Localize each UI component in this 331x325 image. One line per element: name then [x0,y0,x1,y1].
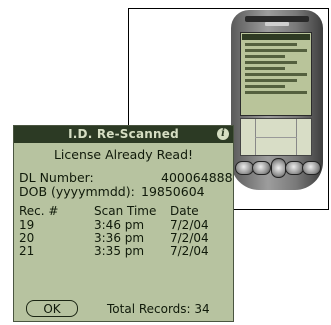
dob-label: DOB (yyyymmdd): [19,184,135,199]
table-header-date: Date [170,204,199,218]
table-cell-date: 7/2/04 [170,218,209,232]
graffiti-divider [255,137,297,138]
device-screen-line [245,85,285,88]
table-header-scan-time: Scan Time [94,204,157,218]
device-screen-line [245,79,297,82]
device-screen-titlebar [242,34,310,40]
palm-handheld-icon [231,10,323,190]
table-cell-rec: 21 [19,244,35,258]
hardware-button [302,161,321,175]
device-screen-line [245,55,285,58]
dob-value: 19850604 [141,184,205,199]
graffiti-area [240,118,312,156]
table-cell-time: 3:36 pm [94,231,145,245]
device-screen-line [245,49,307,52]
dl-number-label: DL Number: [19,170,94,185]
table-cell-time: 3:35 pm [94,244,145,258]
records-table: Rec. # Scan Time Date 19 3:46 pm 7/2/04 … [14,204,233,264]
total-records: Total Records: 34 [107,302,210,316]
ok-button[interactable]: OK [26,300,78,317]
device-screen-line [245,67,285,70]
hardware-button [252,161,271,175]
table-cell-rec: 20 [19,231,35,245]
rescan-dialog: I.D. Re-Scanned i License Already Read! … [13,125,234,322]
device-logo [265,22,289,26]
table-cell-date: 7/2/04 [170,244,209,258]
device-screen-line [245,43,297,46]
table-cell-date: 7/2/04 [170,231,209,245]
device-screen-line [245,73,307,76]
device-screen [240,32,312,116]
dialog-title: I.D. Re-Scanned [68,127,179,141]
dl-number-value: 400064888 [161,170,233,185]
info-icon[interactable]: i [217,128,229,140]
table-cell-time: 3:46 pm [94,218,145,232]
hardware-nav-button [271,158,286,178]
dialog-titlebar: I.D. Re-Scanned i [14,126,233,143]
device-screen-line [245,61,297,64]
table-cell-rec: 19 [19,218,35,232]
table-header-rec: Rec. # [19,204,59,218]
device-screen-line [245,91,307,94]
hardware-buttons [235,158,321,178]
dialog-message: License Already Read! [53,147,194,162]
